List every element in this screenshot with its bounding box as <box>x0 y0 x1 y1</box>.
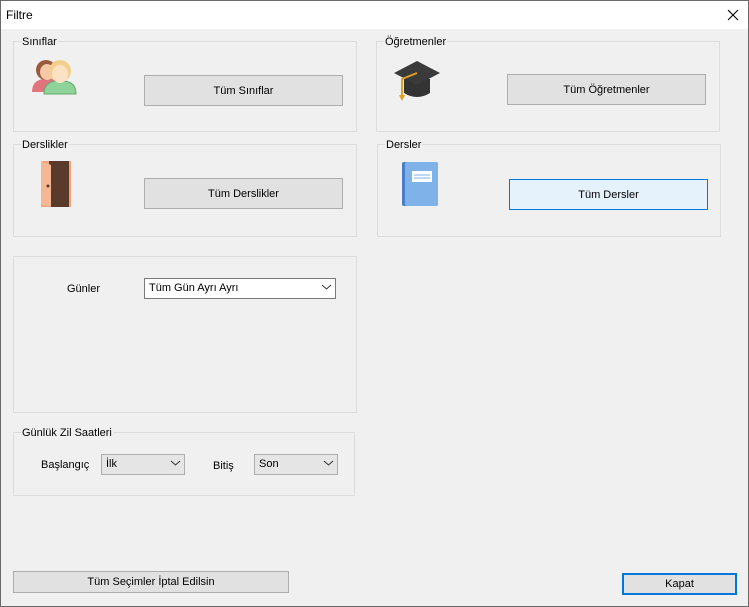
baslangic-dropdown[interactable]: İlk <box>101 454 185 475</box>
tum-siniflar-button[interactable]: Tüm Sınıflar <box>144 75 343 106</box>
filter-dialog: Filtre Sınıflar Tüm Sınıflar Öğretmenler <box>0 0 749 607</box>
baslangic-label: Başlangıç <box>41 459 90 471</box>
gunler-dropdown-value: Tüm Gün Ayrı Ayrı <box>149 282 239 294</box>
bitis-label: Bitiş <box>213 460 234 472</box>
bitis-dropdown-value: Son <box>259 458 279 470</box>
gunler-dropdown[interactable]: Tüm Gün Ayrı Ayrı <box>144 278 336 299</box>
door-icon <box>37 159 75 212</box>
tum-ogretmenler-button[interactable]: Tüm Öğretmenler <box>507 74 706 105</box>
group-gunler: Günler Tüm Gün Ayrı Ayrı <box>13 256 357 413</box>
group-derslikler-label: Derslikler <box>21 139 69 151</box>
gunler-label: Günler <box>67 283 101 295</box>
group-derslikler: Derslikler Tüm Derslikler <box>13 139 357 237</box>
graduation-cap-icon <box>392 55 442 106</box>
chevron-down-icon <box>323 460 334 466</box>
group-siniflar: Sınıflar Tüm Sınıflar <box>13 36 357 132</box>
group-ogretmenler: Öğretmenler Tüm Öğretmenler <box>376 36 720 132</box>
book-icon <box>400 161 440 210</box>
bitis-dropdown[interactable]: Son <box>254 454 338 475</box>
baslangic-dropdown-value: İlk <box>106 458 117 470</box>
group-zil-saatleri: Günlük Zil Saatleri Başlangıç İlk Bitiş … <box>13 427 355 496</box>
users-icon <box>30 54 80 107</box>
group-dersler: Dersler Tüm Dersler <box>377 139 721 237</box>
chevron-down-icon <box>321 284 332 290</box>
close-button[interactable]: Kapat <box>622 573 737 595</box>
group-dersler-label: Dersler <box>385 139 423 151</box>
tum-derslikler-button[interactable]: Tüm Derslikler <box>144 178 343 209</box>
group-siniflar-label: Sınıflar <box>21 36 58 48</box>
chevron-down-icon <box>170 460 181 466</box>
tum-dersler-button[interactable]: Tüm Dersler <box>509 179 708 210</box>
group-zil-saatleri-label: Günlük Zil Saatleri <box>21 427 113 439</box>
group-ogretmenler-label: Öğretmenler <box>384 36 448 48</box>
title-bar: Filtre <box>1 1 748 29</box>
close-icon[interactable] <box>718 1 748 29</box>
window-title: Filtre <box>6 8 33 22</box>
cancel-all-selections-button[interactable]: Tüm Seçimler İptal Edilsin <box>13 571 289 593</box>
